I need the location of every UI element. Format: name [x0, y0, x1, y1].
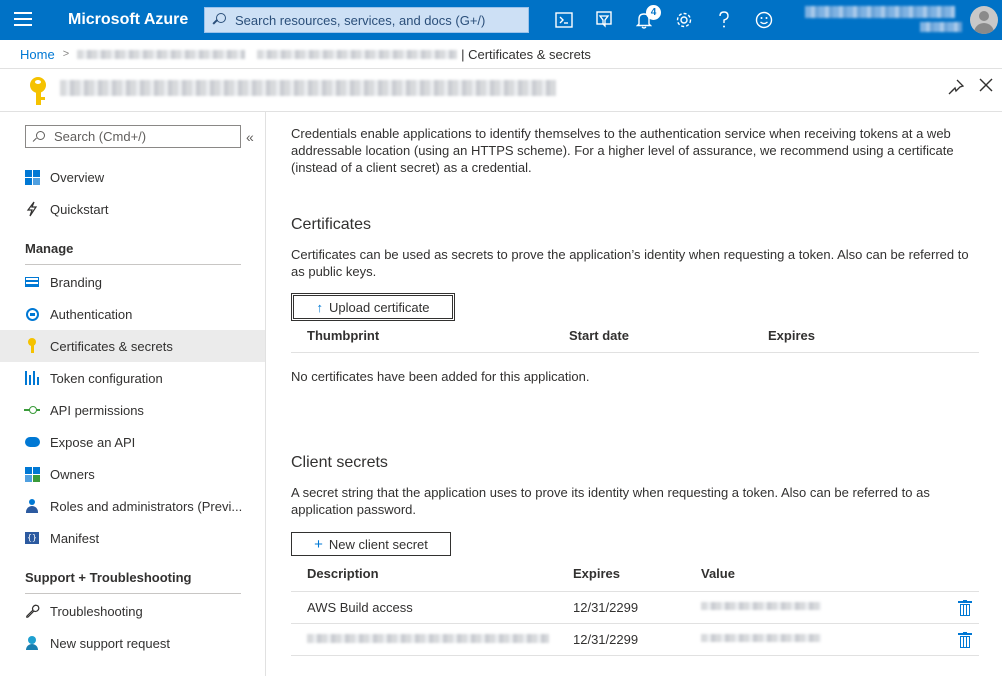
plus-icon: + — [314, 535, 323, 553]
branding-icon — [24, 274, 40, 290]
token-config-icon — [24, 370, 40, 386]
directory-filter-icon[interactable] — [584, 0, 624, 40]
wrench-icon — [24, 603, 40, 619]
overview-grid-icon — [24, 169, 40, 185]
help-icon[interactable] — [704, 0, 744, 40]
hamburger-menu-icon[interactable] — [14, 12, 32, 28]
secret-value-redacted[interactable] — [701, 602, 821, 610]
client-secrets-description: A secret string that the application use… — [291, 485, 930, 517]
trash-icon[interactable] — [958, 632, 972, 648]
account-name-redacted[interactable] — [805, 6, 955, 18]
secret-expires: 12/31/2299 — [573, 600, 639, 615]
roles-icon — [24, 498, 40, 514]
menu-item-expose-api[interactable]: Expose an API — [0, 426, 265, 458]
breadcrumb-current: | Certificates & secrets — [461, 46, 591, 62]
cloud-shell-icon[interactable] — [544, 0, 584, 40]
menu-item-troubleshooting[interactable]: Troubleshooting — [0, 595, 265, 627]
authentication-icon — [24, 306, 40, 322]
new-client-secret-button[interactable]: + New client secret — [291, 532, 451, 556]
certificates-description: Certificates can be used as secrets to p… — [291, 247, 969, 279]
menu-item-manifest[interactable]: {} Manifest — [0, 522, 265, 554]
breadcrumb-app-redacted[interactable] — [77, 49, 246, 59]
breadcrumb-app-detail-redacted[interactable] — [257, 49, 458, 59]
certificates-heading: Certificates — [291, 216, 372, 233]
blade-title-row — [0, 68, 1002, 112]
intro-text: Credentials enable applications to ident… — [291, 126, 954, 175]
search-icon — [213, 13, 227, 27]
menu-item-token-configuration[interactable]: Token configuration — [0, 362, 265, 394]
upload-certificate-button[interactable]: ↑ Upload certificate — [291, 293, 455, 321]
secret-description-redacted — [307, 634, 549, 643]
breadcrumb: Home > | Certificates & secrets — [20, 46, 591, 62]
column-header-expires: Expires — [768, 328, 815, 343]
expose-api-icon — [24, 434, 40, 450]
account-directory-redacted[interactable] — [920, 22, 962, 32]
resource-menu: Search (Cmd+/) « Overview Quickstart Man… — [0, 112, 266, 676]
menu-item-roles-administrators[interactable]: Roles and administrators (Previ... — [0, 490, 265, 522]
owners-icon — [24, 466, 40, 482]
chevron-right-icon: > — [62, 48, 70, 60]
menu-item-certificates-secrets[interactable]: Certificates & secrets — [0, 330, 265, 362]
menu-item-api-permissions[interactable]: API permissions — [0, 394, 265, 426]
menu-item-authentication[interactable]: Authentication — [0, 298, 265, 330]
global-search-placeholder: Search resources, services, and docs (G+… — [235, 12, 486, 28]
menu-search-placeholder: Search (Cmd+/) — [54, 129, 147, 144]
secret-value-redacted[interactable] — [701, 634, 821, 642]
breadcrumb-home[interactable]: Home — [20, 47, 55, 62]
menu-item-branding[interactable]: Branding — [0, 266, 265, 298]
close-icon[interactable] — [979, 75, 999, 99]
column-header-expires: Expires — [573, 566, 620, 581]
page-title-redacted — [60, 80, 556, 96]
menu-item-owners[interactable]: Owners — [0, 458, 265, 490]
notification-count-badge: 4 — [646, 5, 661, 20]
divider — [25, 593, 241, 594]
top-bar: Microsoft Azure Search resources, servic… — [0, 0, 1002, 40]
avatar[interactable] — [970, 6, 998, 34]
manifest-icon: {} — [24, 530, 40, 546]
table-divider — [291, 591, 979, 592]
key-icon — [24, 338, 40, 354]
collapse-menu-icon[interactable]: « — [246, 129, 254, 145]
column-header-thumbprint: Thumbprint — [307, 328, 380, 343]
pin-icon[interactable] — [948, 79, 968, 99]
menu-item-quickstart[interactable]: Quickstart — [0, 193, 265, 225]
search-icon — [32, 130, 46, 144]
client-secrets-heading: Client secrets — [291, 454, 388, 471]
table-divider — [291, 623, 979, 624]
brand-title[interactable]: Microsoft Azure — [68, 11, 188, 29]
menu-item-overview[interactable]: Overview — [0, 161, 265, 193]
divider — [25, 264, 241, 265]
trash-icon[interactable] — [958, 600, 972, 616]
column-header-value: Value — [701, 566, 735, 581]
certificates-empty-message: No certificates have been added for this… — [291, 369, 590, 384]
secret-description: AWS Build access — [307, 600, 413, 615]
key-icon — [28, 77, 48, 107]
menu-search-input[interactable]: Search (Cmd+/) — [25, 125, 241, 148]
quickstart-icon — [24, 201, 40, 217]
support-person-icon — [24, 635, 40, 651]
gear-icon[interactable] — [664, 0, 704, 40]
table-divider — [291, 352, 979, 353]
support-heading: Support + Troubleshooting — [25, 570, 192, 585]
column-header-description: Description — [307, 566, 379, 581]
upload-arrow-icon: ↑ — [316, 299, 324, 315]
menu-item-new-support-request[interactable]: New support request — [0, 627, 265, 659]
column-header-start-date: Start date — [569, 328, 629, 343]
table-divider — [291, 655, 979, 656]
bell-icon[interactable]: 4 — [624, 0, 664, 40]
feedback-smiley-icon[interactable] — [744, 0, 784, 40]
secret-expires: 12/31/2299 — [573, 632, 639, 647]
global-search-input[interactable]: Search resources, services, and docs (G+… — [204, 7, 529, 33]
manage-heading: Manage — [25, 241, 74, 256]
api-permissions-icon — [24, 402, 40, 418]
